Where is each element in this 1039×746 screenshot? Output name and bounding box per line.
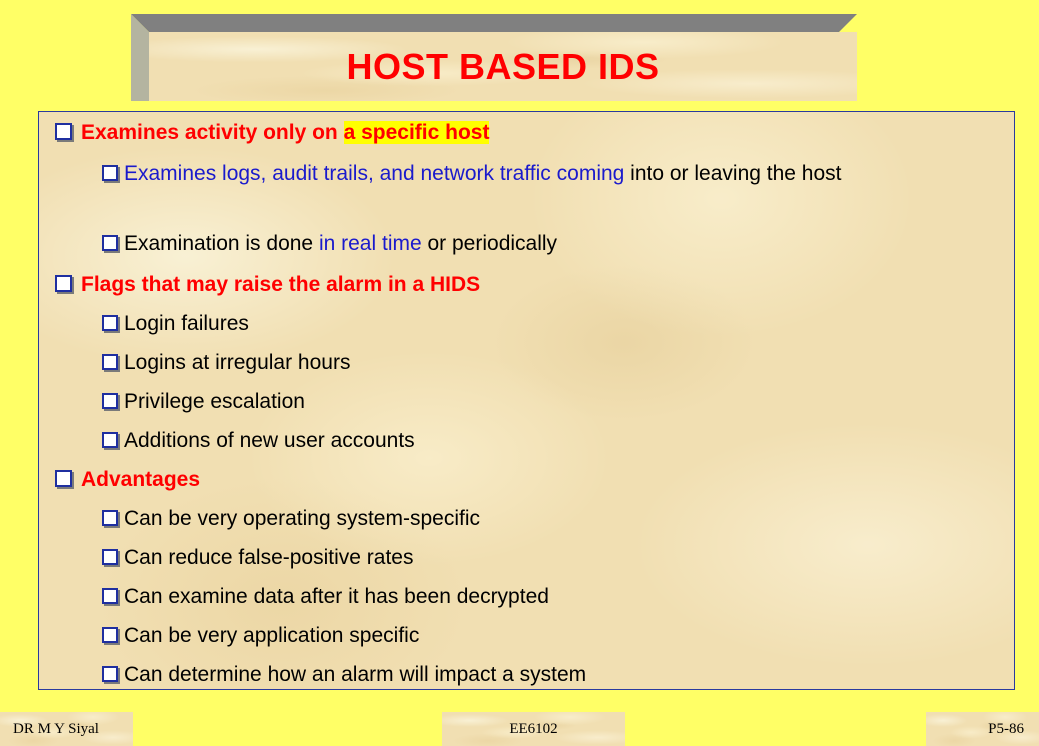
sub-bullet-decrypted: Can examine data after it has been decry…: [102, 584, 549, 610]
sub-bullet-text: Can examine data after it has been decry…: [124, 585, 549, 608]
checkbox-bullet-icon: [102, 315, 118, 331]
sub-bullet-login-failures: Login failures: [102, 311, 249, 337]
sub-bullet-os-specific: Can be very operating system-specific: [102, 506, 480, 532]
sub-bullet-text: Can be very operating system-specific: [124, 507, 480, 530]
bullet-text: Examines activity only on: [81, 121, 344, 144]
slide-title: HOST BASED IDS: [346, 45, 660, 87]
sub-bullet-text: Examination is done: [124, 232, 319, 255]
sub-bullet-text: or periodically: [421, 232, 558, 255]
title-block: HOST BASED IDS: [131, 14, 857, 101]
footer-page-text: P5-86: [988, 720, 1024, 737]
content-box: Examines activity only on a specific hos…: [38, 111, 1015, 690]
bullet-examines-activity: Examines activity only on a specific hos…: [55, 120, 490, 146]
checkbox-bullet-icon: [55, 123, 72, 140]
sub-bullet-text: Login failures: [124, 312, 249, 335]
bullet-text: Flags that may raise the alarm in a HIDS: [81, 273, 481, 296]
sub-bullet-irregular-hours: Logins at irregular hours: [102, 350, 350, 376]
checkbox-bullet-icon: [55, 470, 72, 487]
checkbox-bullet-icon: [102, 627, 118, 643]
footer-page-number: P5-86: [926, 712, 1039, 746]
bullet-text: Advantages: [81, 468, 201, 491]
sub-bullet-text: Additions of new user accounts: [124, 429, 415, 452]
bullet-flags: Flags that may raise the alarm in a HIDS: [55, 272, 480, 298]
checkbox-bullet-icon: [102, 165, 118, 181]
sub-bullet-text: Privilege escalation: [124, 390, 305, 413]
sub-bullet-examines-logs: Examines logs, audit trails, and network…: [102, 160, 1007, 187]
title-face: HOST BASED IDS: [149, 32, 857, 101]
checkbox-bullet-icon: [102, 235, 118, 251]
sub-bullet-text: Can be very application specific: [124, 624, 420, 647]
checkbox-bullet-icon: [102, 666, 118, 682]
title-bevel-top: [131, 14, 857, 32]
blue-text: Examines logs, audit trails, and network…: [124, 162, 625, 185]
sub-bullet-alarm-impact: Can determine how an alarm will impact a…: [102, 662, 586, 688]
checkbox-bullet-icon: [102, 354, 118, 370]
checkbox-bullet-icon: [55, 275, 72, 292]
footer-author-text: DR M Y Siyal: [13, 720, 99, 737]
sub-bullet-privilege-escalation: Privilege escalation: [102, 389, 305, 415]
sub-bullet-application-specific: Can be very application specific: [102, 623, 419, 649]
sub-bullet-text: Can determine how an alarm will impact a…: [124, 663, 587, 686]
sub-bullet-text: Can reduce false-positive rates: [124, 546, 414, 569]
sub-bullet-new-accounts: Additions of new user accounts: [102, 428, 415, 454]
bullet-advantages: Advantages: [55, 467, 200, 493]
footer-course: EE6102: [442, 712, 625, 746]
checkbox-bullet-icon: [102, 432, 118, 448]
footer-author: DR M Y Siyal: [0, 712, 133, 746]
sub-bullet-false-positive: Can reduce false-positive rates: [102, 545, 413, 571]
checkbox-bullet-icon: [102, 510, 118, 526]
checkbox-bullet-icon: [102, 393, 118, 409]
sub-bullet-text: into or leaving the host: [624, 162, 842, 185]
blue-text: in real time: [318, 232, 422, 255]
footer-course-text: EE6102: [509, 720, 558, 737]
checkbox-bullet-icon: [102, 588, 118, 604]
sub-bullet-text: Logins at irregular hours: [124, 351, 351, 374]
checkbox-bullet-icon: [102, 549, 118, 565]
sub-bullet-examination-done: Examination is done in real time or peri…: [102, 231, 557, 257]
highlighted-text: a specific host: [343, 121, 490, 144]
